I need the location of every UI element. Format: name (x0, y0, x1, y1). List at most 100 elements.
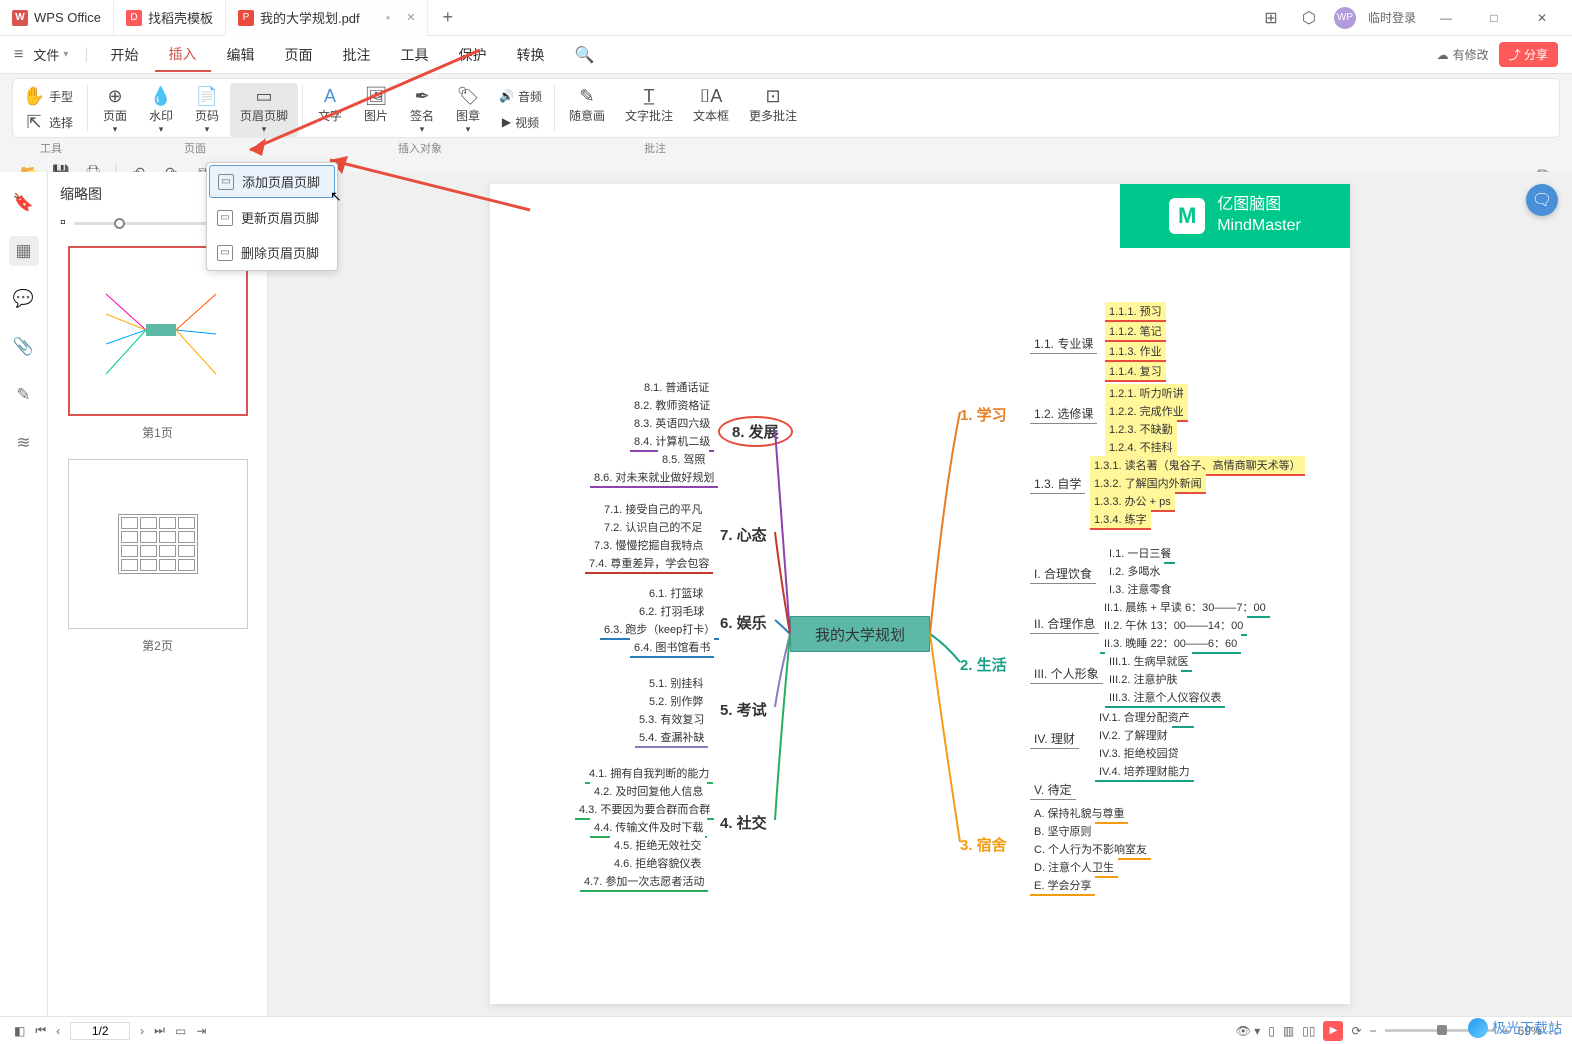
zoom-out-icon[interactable]: − (1370, 1024, 1377, 1038)
dropdown-update-header[interactable]: ▭更新页眉页脚 (207, 200, 337, 235)
node-mind: 7. 心态 (720, 524, 767, 545)
comment-icon[interactable]: 💬 (9, 284, 39, 314)
thumbnail-panel: 缩略图 ▫ 第1页 第2页 (48, 172, 268, 1016)
text-annot-button[interactable]: T̲文字批注 (615, 83, 683, 126)
node-exam: 5. 考试 (720, 699, 767, 720)
sign-rail-icon[interactable]: ✎ (9, 380, 39, 410)
cube-icon[interactable]: ⬡ (1296, 5, 1322, 31)
more-annot-button[interactable]: ⊡更多批注 (739, 83, 807, 126)
share-button[interactable]: ⤴ 分享 (1499, 42, 1558, 67)
first-page-icon[interactable]: ⏮ (35, 1023, 46, 1038)
delete-header-icon: ▭ (217, 245, 233, 261)
page-add-button[interactable]: ⊕页面▾ (92, 83, 138, 137)
last-page-icon[interactable]: ⏭ (154, 1023, 165, 1038)
thumbnail-page-2[interactable] (68, 459, 248, 629)
window-layout-icon[interactable]: ⊞ (1258, 5, 1284, 31)
fit-page-icon[interactable]: ▭ (175, 1024, 186, 1038)
freehand-button[interactable]: ✎随意画 (559, 83, 615, 126)
mindmap-center-node: 我的大学规划 (790, 616, 930, 652)
select-tool[interactable]: ⇱选择 (15, 109, 81, 135)
node: 1.1.1. 预习 (1105, 302, 1166, 322)
menu-convert[interactable]: 转换 (503, 39, 559, 71)
new-tab-button[interactable]: + (428, 7, 467, 28)
minimize-button[interactable]: — (1428, 4, 1464, 32)
view-two-icon[interactable]: ▯▯ (1302, 1024, 1315, 1038)
node: 7.3. 慢慢挖掘自我特点 (590, 536, 707, 556)
maximize-button[interactable]: □ (1476, 4, 1512, 32)
dropdown-delete-header[interactable]: ▭删除页眉页脚 (207, 235, 337, 270)
node: B. 坚守原则 (1030, 822, 1095, 842)
node-dorm: 3. 宿舍 (960, 834, 1007, 855)
node: 4.2. 及时回复他人信息 (590, 782, 707, 802)
node: 5.4. 查漏补缺 (635, 728, 708, 748)
tab-wps[interactable]: WWPS Office (0, 0, 114, 36)
node-study: 1. 学习 (960, 404, 1007, 425)
canvas-area[interactable]: M 亿图脑图MindMaster 我的大学规划 1. 学习 1.1. 专业课 1… (268, 172, 1572, 1016)
node: 1.3. 自学 (1030, 474, 1085, 494)
node: 8.2. 教师资格证 (630, 396, 714, 416)
page-input[interactable] (70, 1022, 130, 1040)
audio-icon: 🔊 (499, 89, 514, 103)
update-header-icon: ▭ (217, 210, 233, 226)
node: 7.1. 接受自己的平凡 (600, 500, 706, 520)
node: 8.1. 普通话证 (640, 378, 713, 398)
node-fun: 6. 娱乐 (720, 612, 767, 633)
pagenum-button[interactable]: 📄页码▾ (184, 83, 230, 137)
close-button[interactable]: ✕ (1524, 4, 1560, 32)
site-watermark: 极光下载站 (1468, 1018, 1562, 1038)
assistant-float-icon[interactable]: 🗨 (1526, 184, 1558, 216)
group-label-tool: 工具 (12, 140, 90, 156)
menu-insert[interactable]: 插入 (155, 38, 211, 72)
cloud-status[interactable]: ☁ 有修改 (1437, 46, 1489, 63)
attachment-icon[interactable]: 📎 (9, 332, 39, 362)
pdf-icon: P (238, 10, 254, 26)
node: 4.3. 不要因为要合群而合群 (575, 800, 714, 820)
node: 6.1. 打篮球 (645, 584, 707, 604)
eye-icon[interactable]: 👁 ▾ (1236, 1024, 1261, 1038)
avatar[interactable]: WP (1334, 7, 1356, 29)
hand-tool[interactable]: ✋手型 (15, 83, 81, 109)
tab-close-icon[interactable]: ✕ (406, 11, 415, 24)
node: I. 合理饮食 (1030, 564, 1096, 584)
node: 1.3.3. 办公 + ps (1090, 492, 1175, 512)
view-continuous-icon[interactable]: ▥ (1283, 1024, 1294, 1038)
menu-search-icon[interactable]: 🔍 (561, 39, 609, 71)
node: E. 学会分享 (1030, 876, 1095, 896)
play-button[interactable]: ▶ (1323, 1021, 1343, 1041)
next-page-icon[interactable]: › (140, 1024, 144, 1038)
menu-start[interactable]: 开始 (97, 39, 153, 71)
fit-width-icon[interactable]: ⇥ (196, 1024, 206, 1038)
rotate-icon[interactable]: ⟳ (1351, 1024, 1361, 1038)
node: II.2. 午休 13：00——14：00 (1100, 616, 1247, 636)
prev-page-icon[interactable]: ‹ (56, 1024, 60, 1038)
thumbnail-icon[interactable]: ▦ (9, 236, 39, 266)
node: 1.1.4. 复习 (1105, 362, 1166, 382)
textbox-button[interactable]: ⌷A文本框 (683, 83, 739, 126)
video-icon: ▶ (502, 115, 511, 129)
layers-icon[interactable]: ≋ (9, 428, 39, 458)
left-rail: 🔖 ▦ 💬 📎 ✎ ≋ (0, 172, 48, 1016)
text-annot-icon: T̲ (638, 85, 660, 107)
watermark-button[interactable]: 💧水印▾ (138, 83, 184, 137)
node: 7.4. 尊重差异，学会包容 (585, 554, 713, 574)
dropdown-add-header[interactable]: ▭添加页眉页脚 (209, 165, 335, 198)
node: IV.1. 合理分配资产 (1095, 708, 1194, 728)
node: II.1. 晨练 + 早读 6：30——7：00 (1100, 598, 1270, 618)
tab-document[interactable]: P我的大学规划.pdf•✕ (226, 0, 428, 36)
mouse-cursor-icon: ↖ (330, 188, 342, 205)
audio-button[interactable]: 🔊音频 (491, 83, 550, 109)
view-single-icon[interactable]: ▯ (1268, 1024, 1275, 1038)
node: 6.3. 跑步（keep打卡） (600, 620, 719, 640)
watermark-icon: 💧 (150, 85, 172, 107)
zoom-out-small-icon[interactable]: ▫ (60, 214, 66, 232)
thumbnail-page-1[interactable] (68, 246, 248, 416)
node: 8.4. 计算机二级 (630, 432, 714, 452)
file-menu[interactable]: 文件 ▾ (25, 41, 76, 68)
tab-daoke[interactable]: D找稻壳模板 (114, 0, 226, 36)
node: IV. 理财 (1030, 729, 1079, 749)
hamburger-icon[interactable]: ≡ (14, 46, 23, 64)
sidebar-collapse-icon[interactable]: ◧ (14, 1024, 25, 1038)
login-status[interactable]: 临时登录 (1368, 9, 1416, 26)
bookmark-icon[interactable]: 🔖 (9, 188, 39, 218)
node: III.1. 生病早就医 (1105, 652, 1192, 672)
